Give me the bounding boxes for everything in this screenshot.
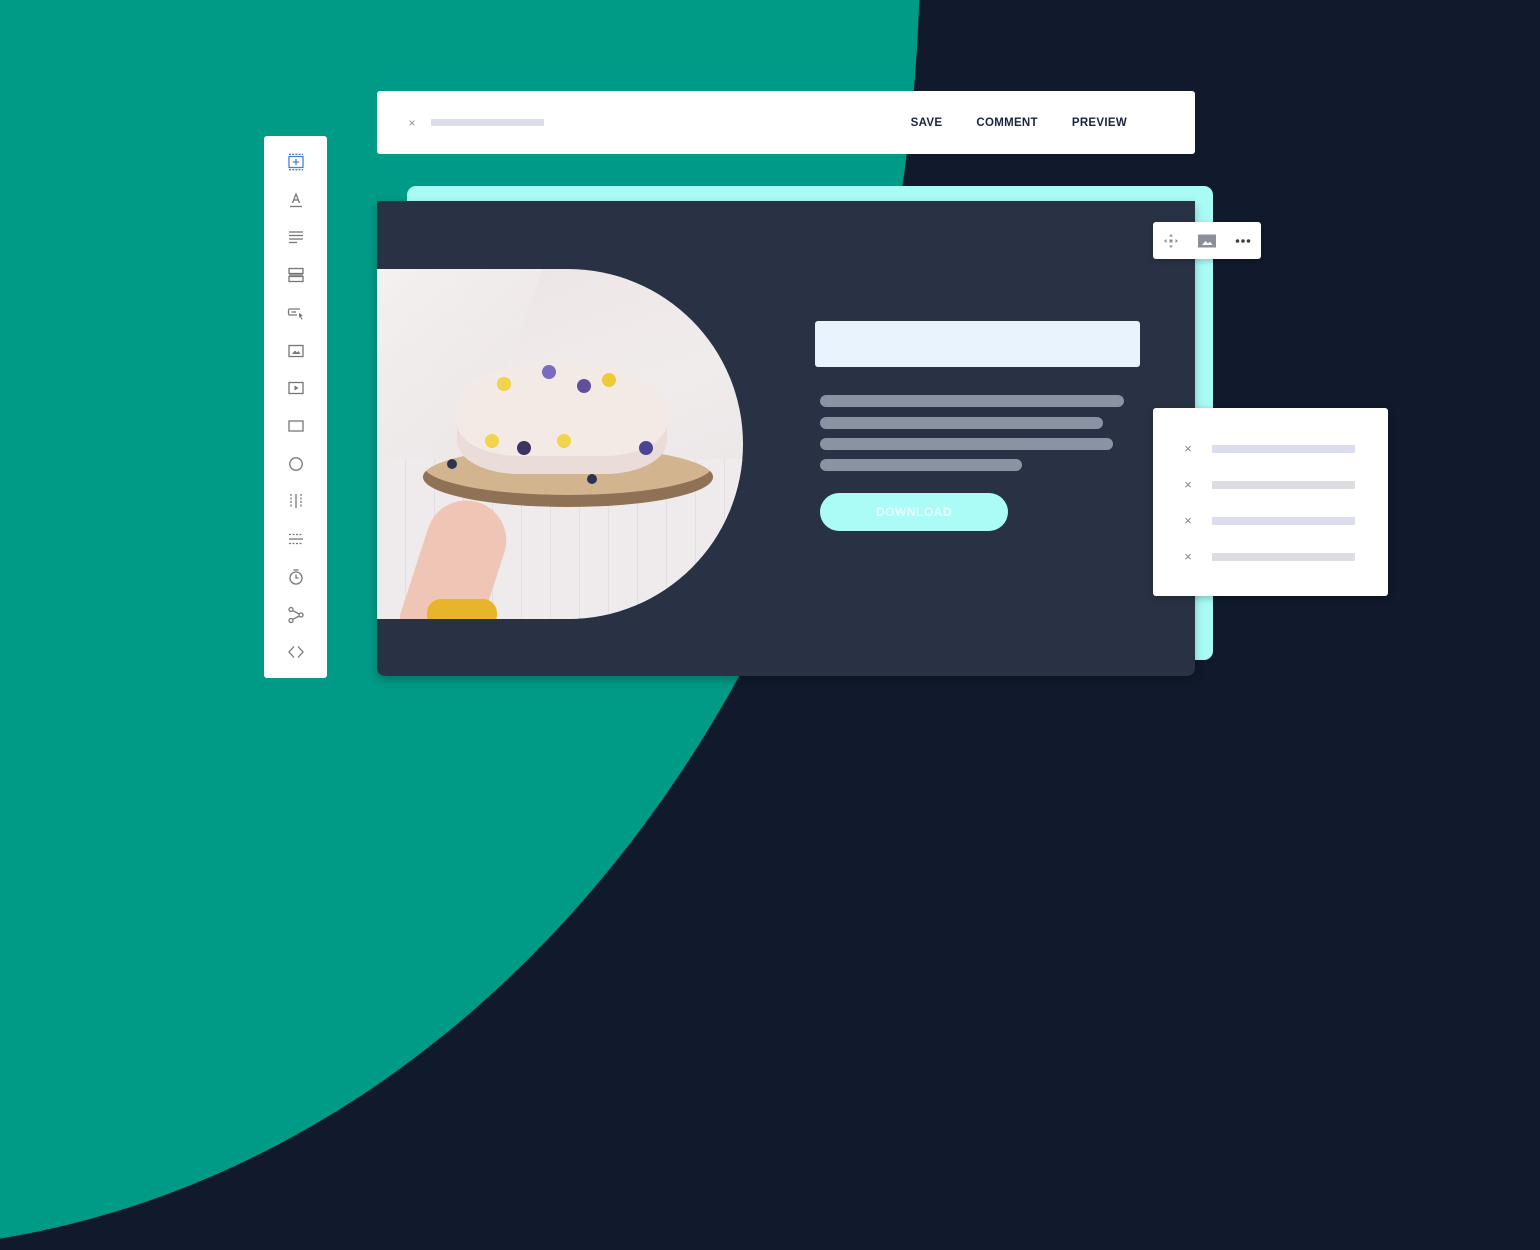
text-line-placeholder [820, 459, 1022, 471]
heading-placeholder[interactable] [815, 321, 1140, 367]
tool-video[interactable] [284, 376, 308, 400]
email-canvas: DOWNLOAD [377, 201, 1195, 676]
circle-icon [288, 456, 303, 471]
list-item-placeholder [1212, 553, 1355, 561]
timer-icon [288, 569, 303, 585]
move-button[interactable] [1159, 229, 1183, 253]
hero-image[interactable] [377, 269, 743, 619]
image-flower [497, 377, 511, 391]
tool-sidebar [264, 136, 327, 678]
image-icon [1198, 234, 1216, 247]
code-icon [287, 646, 304, 659]
add-section-icon [287, 153, 304, 171]
tool-paragraph[interactable] [284, 225, 308, 249]
comment-button[interactable]: COMMENT [976, 117, 1038, 129]
more-options-button[interactable] [1231, 229, 1255, 253]
more-icon [1235, 238, 1251, 243]
divider-icon [288, 533, 303, 545]
image-flower [447, 459, 457, 469]
image-flower [542, 365, 556, 379]
list-item: × [1153, 475, 1388, 495]
tool-add-section[interactable] [284, 150, 308, 174]
tool-columns[interactable] [284, 489, 308, 513]
list-item-placeholder [1212, 517, 1355, 525]
text-line-placeholder [820, 395, 1124, 407]
tool-button[interactable] [284, 301, 308, 325]
share-icon [287, 606, 304, 623]
tool-text[interactable] [284, 188, 308, 212]
list-item: × [1153, 511, 1388, 531]
image-flower [639, 441, 653, 455]
remove-icon[interactable]: × [1181, 439, 1195, 459]
remove-icon[interactable]: × [1181, 547, 1195, 567]
columns-icon [289, 494, 302, 509]
image-flower [517, 441, 531, 455]
list-item-placeholder [1212, 445, 1355, 453]
image-flower [602, 373, 616, 387]
tool-form-fields[interactable] [284, 263, 308, 287]
editor-toolbar: × SAVE COMMENT PREVIEW [377, 91, 1195, 154]
tool-social-share[interactable] [284, 603, 308, 627]
close-icon[interactable]: × [407, 113, 417, 133]
button-icon [287, 308, 303, 320]
remove-icon[interactable]: × [1181, 511, 1195, 531]
video-icon [287, 382, 304, 395]
image-flower [485, 434, 499, 448]
tool-html-code[interactable] [284, 640, 308, 664]
image-cake [457, 364, 667, 474]
tool-circle[interactable] [284, 452, 308, 476]
list-item: × [1153, 547, 1388, 567]
tool-timer[interactable] [284, 565, 308, 589]
rectangle-icon [287, 420, 304, 432]
text-line-placeholder [820, 438, 1113, 450]
image-flower [557, 434, 571, 448]
text-line-placeholder [820, 417, 1103, 429]
preview-button[interactable]: PREVIEW [1072, 117, 1127, 129]
text-icon [289, 191, 302, 207]
remove-icon[interactable]: × [1181, 475, 1195, 495]
replace-image-button[interactable] [1195, 229, 1219, 253]
list-item: × [1153, 439, 1388, 459]
download-button[interactable]: DOWNLOAD [820, 493, 1008, 531]
tool-box[interactable] [284, 414, 308, 438]
image-icon [287, 344, 304, 357]
move-icon [1164, 233, 1178, 248]
list-item-placeholder [1212, 481, 1355, 489]
form-fields-icon [287, 267, 304, 283]
save-button[interactable]: SAVE [911, 117, 943, 129]
image-sleeve [427, 599, 497, 619]
tool-image[interactable] [284, 339, 308, 363]
image-flower [587, 474, 597, 484]
tool-divider[interactable] [284, 527, 308, 551]
toolbar-actions: SAVE COMMENT PREVIEW [911, 91, 1127, 154]
list-panel: × × × × [1153, 408, 1388, 596]
image-flower [577, 379, 591, 393]
image-toolbar [1153, 222, 1261, 259]
paragraph-icon [288, 231, 303, 244]
document-title-placeholder [431, 119, 544, 126]
